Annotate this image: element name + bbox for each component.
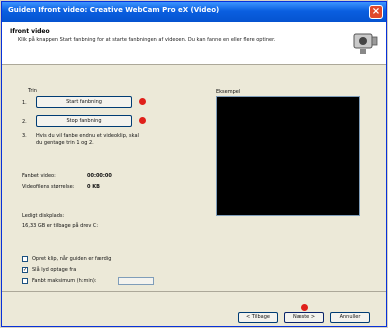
window-title: Guiden Ifront video: Creative WebCam Pro… [8, 6, 220, 14]
wizard-header: Ifront video Klik på knappen Start fanbn… [2, 22, 386, 65]
step1-number: 1. [22, 100, 27, 106]
option3-checkbox[interactable] [22, 278, 28, 284]
close-button[interactable]: × [369, 5, 383, 19]
file-size-label: Videofilens størrelse: [22, 184, 75, 190]
video-length-label: Fanbet video: [22, 173, 56, 179]
video-length-value: 00:00:00 [87, 173, 112, 179]
video-preview [216, 96, 360, 216]
disk-space-value: 16,33 GB er tilbage på drev C: [22, 223, 99, 229]
step3-text: Hvis du vil fanbe endnu et videoklip, sk… [36, 133, 139, 146]
callout-dot-3 [301, 304, 308, 311]
step3-number: 3. [22, 133, 27, 139]
step2-number: 2. [22, 119, 27, 125]
max-time-spinner[interactable] [118, 277, 154, 285]
callout-dot-1 [139, 98, 146, 105]
option3-label: Fanbt maksimum (h:min): [32, 278, 97, 284]
steps-title: Trin [28, 88, 37, 94]
page-title: Ifront video [10, 28, 50, 35]
option1-checkbox[interactable] [22, 256, 28, 262]
option2-label: Slå lyd optage fra [32, 267, 77, 273]
back-button[interactable]: < Tilbage [238, 312, 278, 323]
wizard-window: Guiden Ifront video: Creative WebCam Pro… [1, 1, 387, 327]
option1-label: Opret klip, når guiden er færdig [32, 256, 112, 262]
page-description: Klik på knappen Start fanbning for at st… [18, 37, 276, 43]
file-size-value: 0 KB [87, 184, 100, 190]
webcam-icon [353, 33, 378, 54]
option2-checkbox[interactable]: ✓ [22, 267, 28, 273]
next-button[interactable]: Næste > [284, 312, 324, 323]
preview-label: Eksempel [216, 89, 241, 95]
footer-divider [2, 291, 386, 292]
cancel-button[interactable]: Annuller [330, 312, 370, 323]
check-icon: ✓ [23, 267, 28, 273]
title-bar: Guiden Ifront video: Creative WebCam Pro… [2, 2, 386, 22]
close-icon: × [371, 6, 381, 17]
stop-capture-button[interactable]: Stop fanbning [36, 115, 132, 127]
callout-dot-2 [139, 117, 146, 124]
start-capture-button[interactable]: Start fanbning [36, 96, 132, 108]
disk-space-label: Ledigt diskplads: [22, 213, 65, 219]
